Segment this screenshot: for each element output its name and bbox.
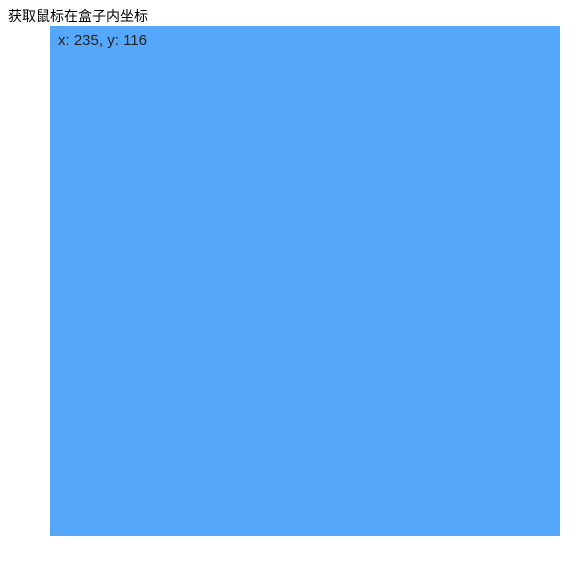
coord-value-x: 235	[74, 32, 99, 49]
coordinates-display: x: 235, y: 116	[50, 26, 560, 55]
coord-separator: ,	[99, 32, 107, 49]
coord-label-y: y:	[107, 32, 123, 49]
coord-value-y: 116	[123, 32, 147, 49]
coord-label-x: x:	[58, 32, 74, 49]
tracking-box[interactable]: x: 235, y: 116	[50, 26, 560, 536]
